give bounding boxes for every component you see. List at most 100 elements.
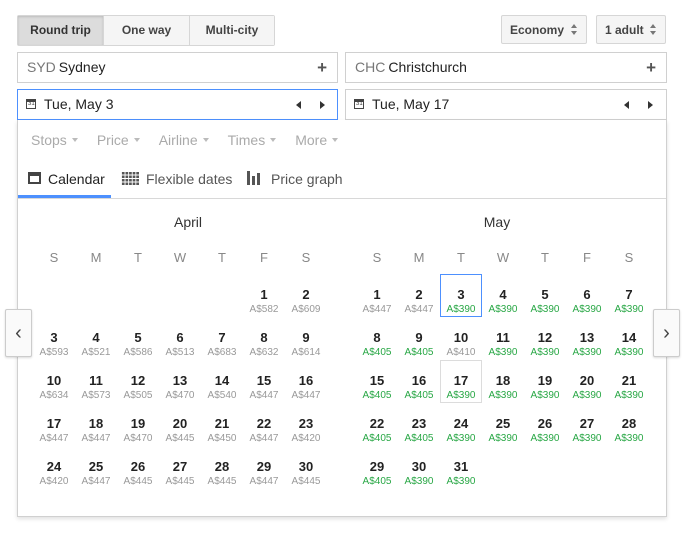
- day-number: 26: [537, 416, 553, 431]
- calendar-day[interactable]: 23 A$420: [285, 416, 327, 445]
- multi-city-option[interactable]: Multi-city: [190, 16, 274, 45]
- day-price: A$614: [291, 347, 321, 358]
- next-month-button[interactable]: ›: [653, 309, 680, 357]
- calendar-day[interactable]: 9 A$405: [398, 330, 440, 359]
- add-destination-plus-icon[interactable]: +: [646, 53, 656, 82]
- calendar-day[interactable]: 22 A$405: [356, 416, 398, 445]
- depart-prev-day-icon[interactable]: [296, 101, 301, 109]
- calendar-day[interactable]: 7 A$683: [201, 330, 243, 359]
- calendar-day[interactable]: 29 A$405: [356, 459, 398, 488]
- calendar-day[interactable]: 18 A$447: [75, 416, 117, 445]
- calendar-day[interactable]: 28 A$445: [201, 459, 243, 488]
- calendar-day[interactable]: 5 A$390: [524, 287, 566, 316]
- calendar-day[interactable]: 24 A$420: [33, 459, 75, 488]
- filter-times[interactable]: Times: [228, 132, 277, 148]
- day-number: 27: [172, 459, 188, 474]
- calendar-day[interactable]: 4 A$390: [482, 287, 524, 316]
- calendar-day[interactable]: 1 A$447: [356, 287, 398, 316]
- calendar-day[interactable]: 20 A$390: [566, 373, 608, 402]
- day-price: A$405: [404, 390, 434, 401]
- calendar-day[interactable]: 8 A$405: [356, 330, 398, 359]
- day-price: A$405: [362, 433, 392, 444]
- calendar-day[interactable]: 3 A$593: [33, 330, 75, 359]
- calendar-day[interactable]: 13 A$390: [566, 330, 608, 359]
- calendar-day[interactable]: 15 A$405: [356, 373, 398, 402]
- day-number: 12: [130, 373, 146, 388]
- calendar-day[interactable]: 20 A$445: [159, 416, 201, 445]
- calendar-day[interactable]: 14 A$390: [608, 330, 650, 359]
- calendar-day-return[interactable]: 17 A$390: [440, 360, 482, 403]
- calendar-day[interactable]: 25 A$390: [482, 416, 524, 445]
- calendar-day[interactable]: 6 A$513: [159, 330, 201, 359]
- calendar-day[interactable]: 19 A$390: [524, 373, 566, 402]
- calendar-day[interactable]: 7 A$390: [608, 287, 650, 316]
- filter-price[interactable]: Price: [97, 132, 140, 148]
- calendar-day[interactable]: 25 A$447: [75, 459, 117, 488]
- return-prev-day-icon[interactable]: [624, 101, 629, 109]
- calendar-day[interactable]: 10 A$410: [440, 330, 482, 359]
- calendar-day[interactable]: 16 A$447: [285, 373, 327, 402]
- day-number: 19: [537, 373, 553, 388]
- day-price: A$390: [446, 390, 476, 401]
- calendar-day[interactable]: 31 A$390: [440, 459, 482, 488]
- day-number: 10: [453, 330, 469, 345]
- calendar-day[interactable]: 9 A$614: [285, 330, 327, 359]
- return-date-field[interactable]: Tue, May 17: [345, 89, 667, 120]
- filter-stops[interactable]: Stops: [31, 132, 78, 148]
- day-price: A$390: [530, 390, 560, 401]
- calendar-day[interactable]: 29 A$447: [243, 459, 285, 488]
- day-number: 8: [260, 330, 268, 345]
- calendar-day[interactable]: 23 A$405: [398, 416, 440, 445]
- calendar-day[interactable]: 4 A$521: [75, 330, 117, 359]
- calendar-day[interactable]: 10 A$634: [33, 373, 75, 402]
- destination-field[interactable]: CHC Christchurch +: [345, 52, 667, 83]
- calendar-day[interactable]: 27 A$445: [159, 459, 201, 488]
- calendar-day[interactable]: 26 A$445: [117, 459, 159, 488]
- calendar-day[interactable]: 16 A$405: [398, 373, 440, 402]
- month-title-april: April: [173, 214, 202, 230]
- calendar-day[interactable]: 14 A$540: [201, 373, 243, 402]
- calendar-day[interactable]: 12 A$390: [524, 330, 566, 359]
- calendar-day[interactable]: 11 A$390: [482, 330, 524, 359]
- calendar-day[interactable]: 22 A$447: [243, 416, 285, 445]
- origin-field[interactable]: SYD Sydney +: [17, 52, 338, 83]
- calendar-day[interactable]: 17 A$447: [33, 416, 75, 445]
- calendar-day[interactable]: 12 A$505: [117, 373, 159, 402]
- filter-airline[interactable]: Airline: [159, 132, 209, 148]
- calendar-day[interactable]: 30 A$390: [398, 459, 440, 488]
- passengers-select[interactable]: 1 adult: [596, 15, 666, 44]
- depart-date-field[interactable]: Tue, May 3: [17, 89, 338, 120]
- calendar-day[interactable]: 11 A$573: [75, 373, 117, 402]
- calendar-day[interactable]: 19 A$470: [117, 416, 159, 445]
- day-price: A$521: [81, 347, 111, 358]
- calendar-day[interactable]: 1 A$582: [243, 287, 285, 316]
- calendar-day[interactable]: 2 A$447: [398, 287, 440, 316]
- add-origin-plus-icon[interactable]: +: [317, 53, 327, 82]
- calendar-day[interactable]: 27 A$390: [566, 416, 608, 445]
- tab-calendar-label: Calendar: [48, 171, 105, 187]
- one-way-option[interactable]: One way: [104, 16, 190, 45]
- calendar-day[interactable]: 21 A$390: [608, 373, 650, 402]
- calendar-day-depart[interactable]: 3 A$390: [440, 274, 482, 317]
- calendar-day[interactable]: 6 A$390: [566, 287, 608, 316]
- cabin-class-select[interactable]: Economy: [501, 15, 587, 44]
- calendar-day[interactable]: 30 A$445: [285, 459, 327, 488]
- calendar-day[interactable]: 21 A$450: [201, 416, 243, 445]
- prev-month-button[interactable]: ‹: [5, 309, 32, 357]
- filter-more[interactable]: More: [295, 132, 338, 148]
- tab-calendar[interactable]: Calendar: [18, 164, 111, 198]
- return-next-day-icon[interactable]: [648, 101, 653, 109]
- calendar-day[interactable]: 13 A$470: [159, 373, 201, 402]
- calendar-day[interactable]: 24 A$390: [440, 416, 482, 445]
- day-number: 2: [302, 287, 310, 302]
- calendar-day[interactable]: 28 A$390: [608, 416, 650, 445]
- calendar-day[interactable]: 26 A$390: [524, 416, 566, 445]
- round-trip-option[interactable]: Round trip: [18, 16, 104, 45]
- calendar-day[interactable]: 5 A$586: [117, 330, 159, 359]
- calendar-day[interactable]: 18 A$390: [482, 373, 524, 402]
- depart-next-day-icon[interactable]: [320, 101, 325, 109]
- calendar-day[interactable]: 2 A$609: [285, 287, 327, 316]
- day-price: A$450: [207, 433, 237, 444]
- calendar-day[interactable]: 15 A$447: [243, 373, 285, 402]
- calendar-day[interactable]: 8 A$632: [243, 330, 285, 359]
